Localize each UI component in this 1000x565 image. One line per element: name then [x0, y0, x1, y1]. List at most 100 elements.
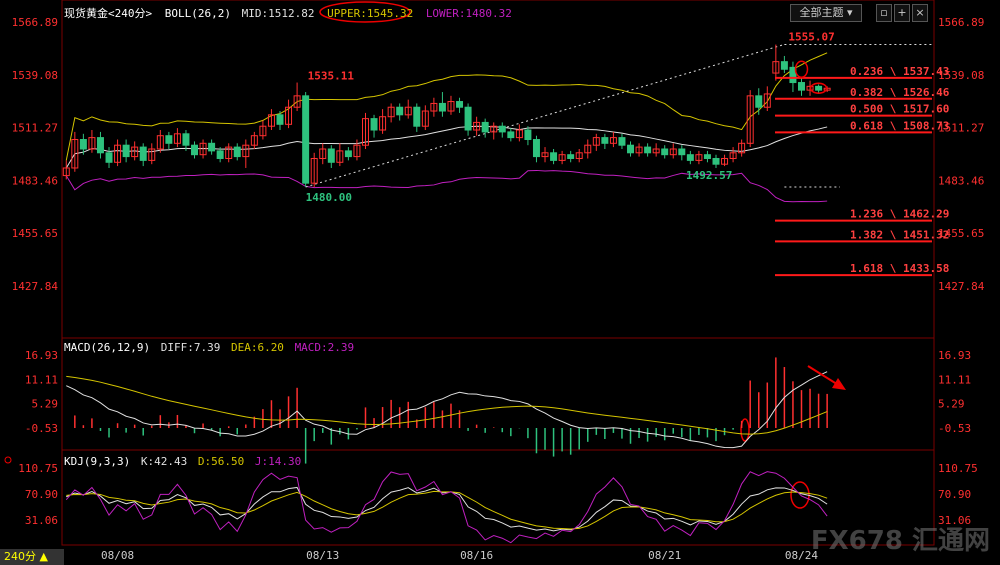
price-tick-label-left: 1539.08 — [12, 69, 58, 82]
candle-body — [601, 137, 609, 144]
candle-body — [208, 142, 216, 152]
timeframe-selector[interactable]: 240分 ▲ — [0, 549, 64, 565]
boll-lower: LOWER:1480.32 — [425, 7, 512, 20]
date-label: 08/21 — [648, 549, 681, 562]
annotation-high-1535: 1535.11 — [308, 69, 355, 82]
watermark-brand: FX678 — [810, 526, 903, 556]
macd-tick-label-right: -0.53 — [938, 422, 971, 435]
kdj-d: D:56.50 — [197, 455, 245, 468]
watermark-cn: 汇通网 — [911, 526, 990, 556]
price-tick-label-left: 1427.84 — [12, 280, 59, 293]
candle-body — [532, 139, 540, 158]
candle-body — [96, 137, 104, 154]
macd-diff-line — [66, 371, 828, 449]
macd-tick-label-right: 16.93 — [938, 349, 971, 362]
macd-diff: DIFF:7.39 — [160, 341, 221, 354]
fib-label: 0.236 \ 1537.43 — [850, 65, 949, 78]
macd-tick-label-left: 5.29 — [32, 398, 59, 411]
candle-body — [344, 150, 352, 158]
candle-body — [815, 85, 823, 91]
kdj-k: K:42.43 — [140, 455, 188, 468]
candle-body — [456, 101, 464, 108]
annotation-low-1480: 1480.00 — [306, 191, 352, 204]
macd-tick-label-right: 5.29 — [938, 398, 965, 411]
annotation-low-1492: 1492.57 — [686, 169, 732, 182]
minimize-icon[interactable]: ▫ — [876, 4, 892, 22]
kdj-tick-label-right: 110.75 — [938, 462, 978, 475]
boll-mid: MID:1512.82 — [241, 7, 315, 20]
candle-body — [703, 154, 711, 159]
boll-upper-line — [65, 52, 828, 161]
candle-body — [276, 114, 284, 125]
candle-body — [139, 146, 147, 161]
candle-body — [302, 95, 310, 184]
candle-body — [327, 148, 335, 163]
candle-body — [233, 146, 241, 158]
symbol-label: 现货黄金<240分> — [64, 7, 153, 20]
candle-body — [712, 157, 720, 165]
red-arrow-head-icon — [832, 378, 846, 390]
candle-body — [797, 82, 805, 91]
candle-body — [191, 144, 199, 156]
fib-label: 0.618 \ 1508.73 — [850, 119, 949, 132]
fib-label: 0.382 \ 1526.46 — [850, 86, 950, 99]
highlight-ellipse-candle — [794, 60, 809, 79]
boll-upper: UPPER:1545.32 — [327, 7, 414, 20]
candle-body — [413, 106, 421, 127]
candle-body — [678, 148, 686, 156]
price-tick-label-left: 1455.65 — [12, 227, 58, 240]
candle-body — [370, 118, 378, 131]
candle-body — [498, 125, 506, 133]
price-panel-frame — [61, 0, 935, 339]
theme-dropdown[interactable]: 全部主题 ▾ — [790, 4, 862, 22]
macd-dea: DEA:6.20 — [230, 341, 284, 354]
kdj-label: KDJ(9,3,3) — [64, 455, 131, 468]
kdj-header: KDJ(9,3,3) K:42.43 D:56.50 J:14.30 — [64, 455, 301, 468]
macd-tick-label-left: -0.53 — [25, 422, 58, 435]
zoom-in-icon[interactable]: + — [894, 4, 910, 22]
trend-line — [305, 43, 785, 188]
candle-body — [396, 106, 404, 116]
kdj-k-line — [66, 486, 828, 532]
kdj-tick-label-left: 70.90 — [25, 488, 58, 501]
watermark: FX678 汇通网 — [811, 520, 990, 557]
chevron-down-icon: ▾ — [846, 6, 853, 19]
macd-tick-label-left: 16.93 — [25, 349, 58, 362]
candle-body — [216, 150, 224, 159]
fib-label: 1.236 \ 1462.29 — [850, 208, 949, 221]
kdj-tick-label-right: 70.90 — [938, 488, 971, 501]
macd-label: MACD(26,12,9) — [64, 341, 151, 354]
price-tick-label-left: 1483.46 — [12, 174, 58, 187]
candle-body — [644, 146, 652, 154]
close-icon[interactable]: × — [912, 4, 928, 22]
candle-body — [550, 152, 558, 161]
candle-body — [122, 144, 130, 158]
candle-body — [79, 139, 87, 150]
chart-header: 现货黄金<240分> BOLL(26,2) MID:1512.82 UPPER:… — [64, 5, 512, 21]
candle-body — [686, 154, 694, 161]
candle-body — [438, 102, 446, 112]
candle-body — [105, 152, 113, 163]
candle-body — [507, 131, 515, 139]
chart-canvas: 1566.89 1566.891539.08 1539.081511.27 1511.… — [4, 0, 985, 562]
theme-label: 全部主题 — [799, 6, 844, 19]
candle-body — [755, 95, 763, 108]
candle-body — [464, 106, 472, 131]
fib-label: 0.500 \ 1517.60 — [850, 103, 949, 116]
candle-body — [524, 129, 532, 141]
kdj-j-line — [65, 471, 828, 544]
kdj-tick-label-left: 31.06 — [25, 514, 58, 527]
annotation-high-1555: 1555.07 — [788, 30, 834, 43]
macd-tick-label-left: 11.11 — [25, 373, 58, 386]
macd-panel-frame — [61, 337, 935, 451]
price-tick-label-right: 1427.84 — [938, 280, 985, 293]
date-label: 08/08 — [101, 549, 134, 562]
candle-body — [182, 133, 190, 146]
candle-body — [780, 61, 788, 70]
macd-value: MACD:2.39 — [294, 341, 355, 354]
date-label: 08/16 — [460, 549, 493, 562]
date-label: 08/13 — [306, 549, 339, 562]
triangle-up-icon: ▲ — [39, 550, 48, 563]
boll-label: BOLL(26,2) — [164, 7, 231, 20]
macd-header: MACD(26,12,9) DIFF:7.39 DEA:6.20 MACD:2.… — [64, 341, 354, 354]
